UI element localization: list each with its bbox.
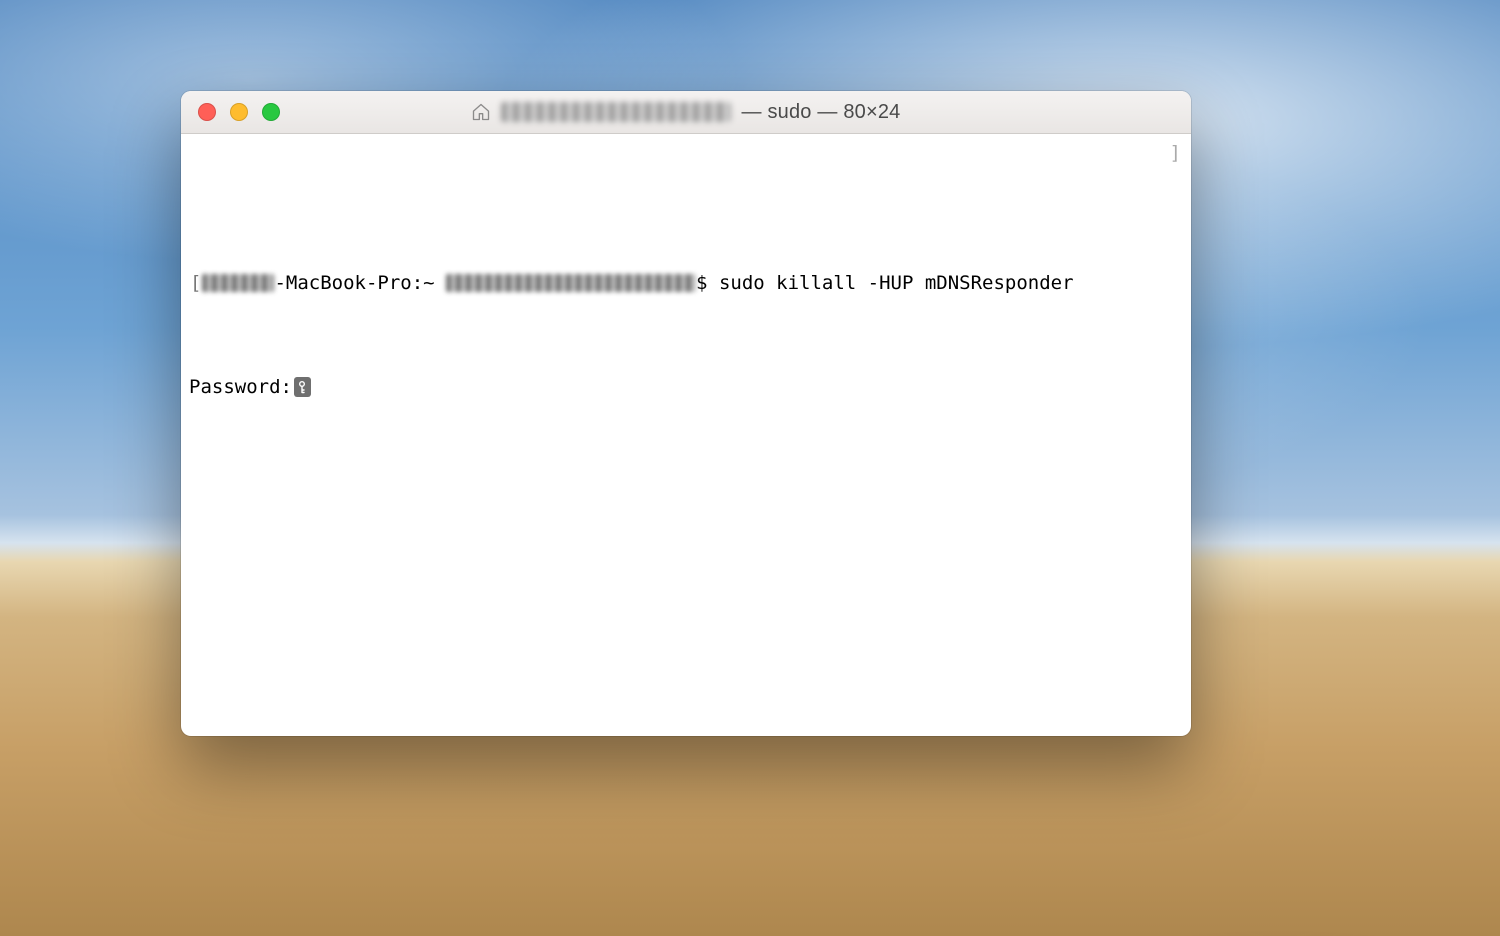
line-close-bracket: ] bbox=[1170, 140, 1181, 166]
terminal-content[interactable]: ] [ -MacBook-Pro:~ $ sudo killall -HUP m… bbox=[181, 134, 1191, 736]
line-open-bracket: [ bbox=[189, 270, 202, 296]
prompt-host-suffix: -MacBook-Pro:~ bbox=[274, 270, 446, 296]
username-redacted bbox=[446, 274, 696, 292]
prompt-symbol: $ bbox=[696, 270, 719, 296]
window-title: — sudo — 80×24 bbox=[181, 91, 1191, 133]
window-title-redacted bbox=[501, 102, 731, 122]
hostname-redacted bbox=[202, 274, 274, 292]
traffic-lights bbox=[181, 103, 280, 121]
password-line: Password: bbox=[189, 374, 1183, 400]
desktop-wallpaper: — sudo — 80×24 ] [ -MacBook-Pro:~ $ sudo… bbox=[0, 0, 1500, 936]
terminal-window[interactable]: — sudo — 80×24 ] [ -MacBook-Pro:~ $ sudo… bbox=[181, 91, 1191, 736]
zoom-button[interactable] bbox=[262, 103, 280, 121]
prompt-line: [ -MacBook-Pro:~ $ sudo killall -HUP mDN… bbox=[189, 270, 1183, 296]
window-titlebar[interactable]: — sudo — 80×24 bbox=[181, 91, 1191, 134]
command-text: sudo killall -HUP mDNSResponder bbox=[719, 270, 1074, 296]
window-title-suffix: — sudo — 80×24 bbox=[741, 101, 900, 124]
home-icon bbox=[471, 102, 491, 122]
close-button[interactable] bbox=[198, 103, 216, 121]
password-prompt: Password: bbox=[189, 374, 292, 400]
key-icon bbox=[294, 377, 311, 397]
minimize-button[interactable] bbox=[230, 103, 248, 121]
